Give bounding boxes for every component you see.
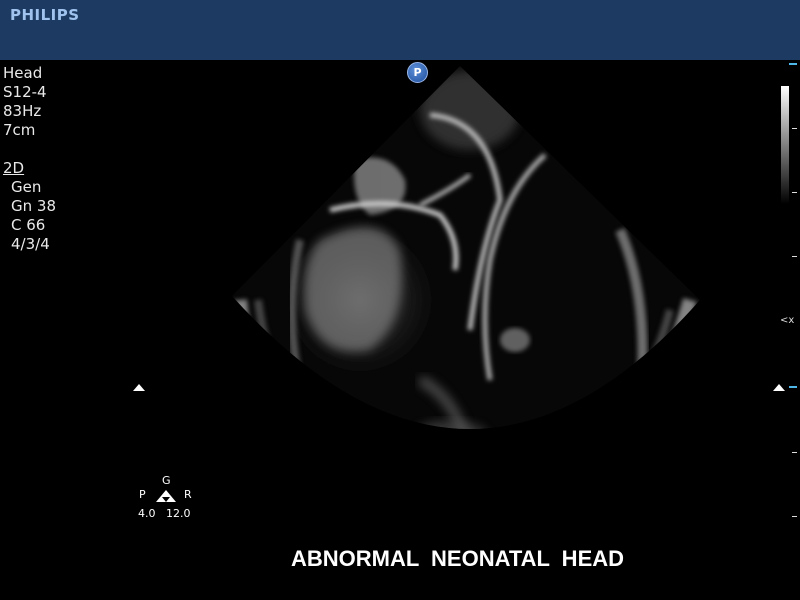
depth-tick (792, 128, 797, 129)
sector-content (232, 66, 700, 430)
mode-label: 2D (3, 159, 25, 177)
orientation-pyramid-inner-icon (162, 497, 170, 502)
probe-orientation-badge: P (407, 62, 428, 83)
gain-label: Gn 38 (11, 197, 56, 215)
focus-marker: <x (780, 315, 795, 326)
depth-tick (789, 63, 797, 65)
orientation-value-right: 12.0 (166, 507, 191, 520)
depth-label: 7cm (3, 121, 36, 139)
left-depth-marker-icon (133, 384, 145, 391)
exam-label: Head (3, 64, 43, 82)
ultrasound-sector-image (232, 66, 700, 430)
probe-label: S12-4 (3, 83, 47, 101)
persistence-label: 4/3/4 (11, 235, 50, 253)
orientation-right: R (184, 488, 192, 501)
scan-parameters: Head S12-4 83Hz 7cm 2D Gen Gn 38 C 66 4/… (3, 64, 56, 254)
orientation-top: G (162, 474, 171, 487)
image-caption: ABNORMAL NEONATAL HEAD (290, 546, 625, 571)
right-focus-marker-icon (773, 384, 785, 391)
compression-label: C 66 (11, 216, 46, 234)
depth-tick (792, 256, 797, 257)
depth-tick (792, 452, 797, 453)
preset-label: Gen (11, 178, 42, 196)
orientation-left: P (139, 488, 146, 501)
orientation-marker: G P R 4.0 12.0 (136, 474, 198, 522)
depth-tick (792, 192, 797, 193)
grayscale-bar (781, 86, 789, 204)
orientation-value-left: 4.0 (138, 507, 156, 520)
depth-tick (792, 516, 797, 517)
frame-rate-label: 83Hz (3, 102, 42, 120)
depth-tick (789, 386, 797, 388)
